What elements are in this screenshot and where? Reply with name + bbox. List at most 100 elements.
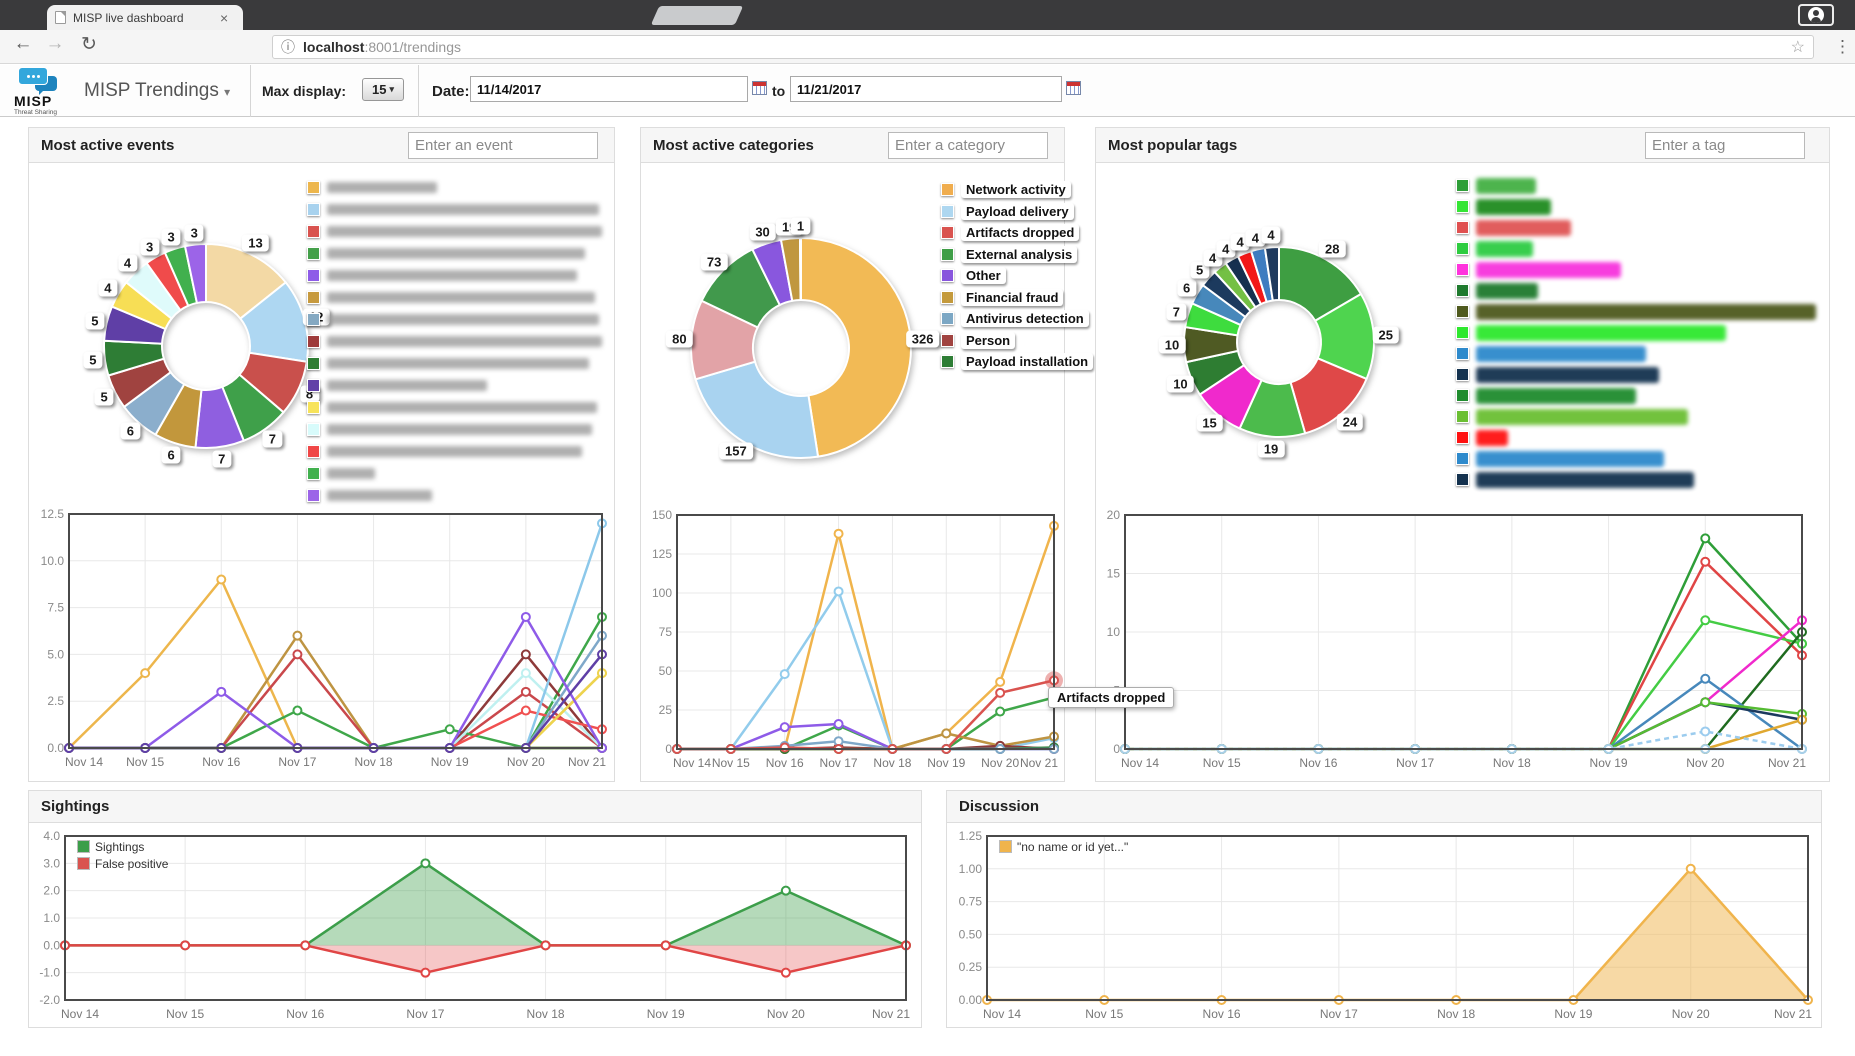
- page-info-icon[interactable]: ⓘ: [281, 37, 295, 57]
- max-display-select[interactable]: 15▾: [362, 78, 404, 101]
- tags-legend-item: [1456, 389, 1816, 402]
- svg-text:125: 125: [652, 547, 672, 561]
- categories-legend-item: Antivirus detection: [941, 312, 1093, 325]
- svg-text:Nov 17: Nov 17: [278, 755, 316, 769]
- svg-text:150: 150: [652, 508, 672, 522]
- select-caret-icon: ▾: [389, 84, 394, 95]
- calendar-icon[interactable]: [1066, 81, 1081, 95]
- svg-text:Nov 16: Nov 16: [1299, 756, 1337, 770]
- blurred-event-name: [327, 424, 592, 435]
- legend-color-swatch: [1456, 431, 1469, 444]
- blurred-event-name: [327, 270, 577, 281]
- data-point: [141, 669, 149, 677]
- date-to-input[interactable]: [790, 76, 1062, 102]
- data-point: [835, 587, 843, 595]
- reload-button[interactable]: ↻: [76, 33, 102, 56]
- calendar-icon[interactable]: [752, 81, 767, 95]
- blurred-tag-pill: [1476, 262, 1621, 278]
- header-divider: [418, 65, 419, 117]
- event-search-input[interactable]: [408, 132, 598, 159]
- category-legend-label: Payload delivery: [961, 203, 1074, 220]
- svg-text:Nov 18: Nov 18: [527, 1007, 565, 1021]
- back-button[interactable]: ←: [10, 33, 36, 55]
- categories-line-svg: 1501251007550250Nov 14Nov 15Nov 16Nov 17…: [643, 507, 1063, 773]
- artifacts-dropped-tooltip: Artifacts dropped: [1048, 687, 1174, 708]
- misp-logo-icon: [18, 67, 62, 93]
- svg-text:-2.0: -2.0: [39, 993, 60, 1007]
- legend-color-swatch: [307, 335, 320, 348]
- donut-value-chip: 3: [185, 224, 204, 241]
- donut-value-chip: 19: [1258, 440, 1284, 457]
- panel-header: Most active categories: [641, 128, 1064, 163]
- legend-color-swatch: [941, 269, 954, 282]
- legend-color-swatch: [999, 840, 1012, 853]
- events-line-chart: 12.510.07.55.02.50.0Nov 14Nov 15Nov 16No…: [33, 506, 611, 772]
- events-legend-item: [307, 181, 602, 194]
- tags-legend-item: [1456, 242, 1816, 255]
- discussion-area-chart: "no name or id yet..." 1.251.000.750.500…: [951, 828, 1817, 1024]
- panel-header: Most popular tags: [1096, 128, 1829, 163]
- events-donut-svg: [29, 164, 341, 499]
- blurred-event-name: [327, 226, 602, 237]
- donut-value-chip: 7: [1167, 303, 1186, 320]
- tags-legend: [1456, 179, 1816, 494]
- tags-donut-chart: 2825241915101076544444: [1116, 164, 1446, 499]
- panel-title: Most active events: [41, 137, 174, 154]
- tags-legend-item: [1456, 431, 1816, 444]
- tab-close-icon[interactable]: ×: [220, 11, 228, 25]
- legend-color-swatch: [307, 203, 320, 216]
- tag-search-input[interactable]: [1645, 132, 1805, 159]
- tags-legend-item: [1456, 305, 1816, 318]
- browser-profile-button[interactable]: [1798, 4, 1834, 26]
- svg-text:0: 0: [665, 742, 672, 756]
- svg-text:100: 100: [652, 586, 672, 600]
- svg-text:Nov 15: Nov 15: [1085, 1007, 1123, 1021]
- svg-text:10: 10: [1107, 625, 1121, 639]
- data-point: [542, 941, 550, 949]
- date-to-word: to: [772, 83, 785, 99]
- donut-slice: [800, 238, 801, 300]
- svg-text:Nov 19: Nov 19: [1554, 1007, 1592, 1021]
- categories-line-chart: 1501251007550250Nov 14Nov 15Nov 16Nov 17…: [643, 507, 1063, 773]
- forward-button[interactable]: →: [42, 33, 68, 55]
- donut-value-chip: 10: [1159, 336, 1185, 353]
- chevron-down-icon: ▾: [224, 85, 230, 99]
- panel-header: Discussion: [947, 791, 1821, 823]
- date-from-input[interactable]: [470, 76, 748, 102]
- svg-text:Nov 18: Nov 18: [1493, 756, 1531, 770]
- blurred-tag-pill: [1476, 304, 1816, 320]
- misp-logo: MISP Threat Sharing: [14, 67, 74, 116]
- data-point: [522, 669, 530, 677]
- panel-most-active-events: Most active events 13128776655544333 12.…: [28, 127, 615, 782]
- data-point: [522, 613, 530, 621]
- events-donut-chart: 13128776655544333: [29, 164, 341, 499]
- svg-text:Nov 17: Nov 17: [406, 1007, 444, 1021]
- svg-text:Nov 17: Nov 17: [1320, 1007, 1358, 1021]
- donut-value-chip: 7: [263, 430, 282, 447]
- logo-text: MISP: [14, 93, 74, 109]
- app-title-dropdown[interactable]: MISP Trendings ▾: [84, 80, 230, 102]
- events-legend-item: [307, 423, 602, 436]
- blurred-tag-pill: [1476, 346, 1646, 362]
- data-point: [1701, 534, 1709, 542]
- categories-legend-item: Person: [941, 334, 1093, 347]
- url-bar[interactable]: ⓘ localhost:8001/trendings ☆: [272, 35, 1814, 59]
- data-point: [835, 530, 843, 538]
- blurred-tag-pill: [1476, 472, 1694, 488]
- category-legend-label: Antivirus detection: [961, 310, 1089, 327]
- legend-color-swatch: [1456, 452, 1469, 465]
- donut-slice: [696, 362, 819, 458]
- donut-value-chip: 6: [121, 423, 140, 440]
- legend-color-swatch: [1456, 410, 1469, 423]
- donut-value-chip: 10: [1167, 375, 1193, 392]
- data-point: [942, 729, 950, 737]
- panel-title: Sightings: [41, 798, 109, 815]
- donut-value-chip: 3: [140, 238, 159, 255]
- svg-text:4.0: 4.0: [43, 829, 60, 843]
- browser-menu-icon[interactable]: ⋮: [1834, 37, 1851, 57]
- category-search-input[interactable]: [888, 132, 1048, 159]
- legend-color-swatch: [307, 489, 320, 502]
- svg-text:Nov 21: Nov 21: [1768, 756, 1806, 770]
- browser-tab[interactable]: MISP live dashboard ×: [47, 5, 243, 30]
- bookmark-star-icon[interactable]: ☆: [1791, 37, 1805, 57]
